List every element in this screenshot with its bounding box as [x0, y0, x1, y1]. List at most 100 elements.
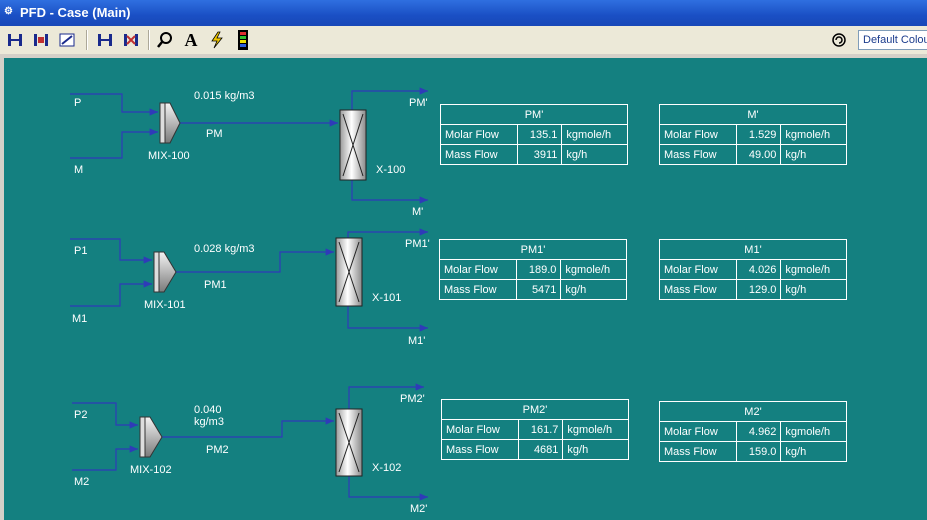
unit-label-x-102[interactable]: X-102 [372, 462, 401, 474]
stream-label-PM1p[interactable]: PM1' [405, 238, 430, 250]
splitter-x-100-icon [339, 109, 367, 181]
stream-label-M[interactable]: M [74, 164, 83, 176]
table-row: Molar Flow 189.0 kgmole/h [439, 259, 627, 280]
row-value: 3911 [516, 144, 563, 165]
unit-label-mix-101[interactable]: MIX-101 [144, 299, 186, 311]
row-value: 1.529 [735, 124, 782, 145]
table-row: Molar Flow 4.962 kgmole/h [659, 421, 847, 442]
row-label: Mass Flow [440, 144, 518, 165]
row-label: Mass Flow [659, 144, 737, 165]
row-unit: kg/h [562, 439, 629, 460]
row-label: Mass Flow [439, 279, 517, 300]
row-unit: kg/h [561, 144, 628, 165]
mixer-mix-101-icon [153, 251, 177, 293]
annotation-density-3-value: 0.040 [194, 404, 222, 416]
row-unit: kgmole/h [780, 421, 847, 442]
row-unit: kgmole/h [562, 419, 629, 440]
stream-M2-line [72, 445, 138, 471]
stream-P-line [70, 93, 158, 116]
workbook-table[interactable]: M1' Molar Flow 4.026 kgmole/h Mass Flow 129… [659, 239, 847, 300]
row-label: Mass Flow [659, 279, 737, 300]
workbook-table[interactable]: PM2' Molar Flow 161.7 kgmole/h Mass Flow 46… [441, 399, 629, 460]
table-row: Mass Flow 49.00 kg/h [659, 144, 847, 165]
stream-PM2-line [162, 417, 334, 438]
unit-label-mix-100[interactable]: MIX-100 [148, 150, 190, 162]
table-row: Mass Flow 129.0 kg/h [659, 279, 847, 300]
table-row: Mass Flow 4681 kg/h [441, 439, 629, 460]
stream-label-P1[interactable]: P1 [74, 245, 87, 257]
mixer-mix-100-icon [159, 102, 181, 144]
unit-label-x-100[interactable]: X-100 [376, 164, 405, 176]
workbook-title: PM2' [441, 399, 629, 420]
splitter-x-102-icon [335, 408, 363, 477]
stream-M1-line [70, 280, 152, 307]
table-row: Mass Flow 3911 kg/h [440, 144, 628, 165]
workbook-title: PM1' [439, 239, 627, 260]
row-unit: kgmole/h [561, 124, 628, 145]
table-row: Molar Flow 161.7 kgmole/h [441, 419, 629, 440]
row-value: 161.7 [517, 419, 564, 440]
stream-label-PM2p[interactable]: PM2' [400, 393, 425, 405]
row-label: Molar Flow [659, 421, 737, 442]
stream-label-Mp[interactable]: M' [412, 206, 423, 218]
row-unit: kg/h [560, 279, 627, 300]
table-row: Molar Flow 135.1 kgmole/h [440, 124, 628, 145]
stream-label-PMp[interactable]: PM' [409, 97, 428, 109]
stream-label-M1p[interactable]: M1' [408, 335, 425, 347]
stream-M1p-line [347, 306, 428, 332]
row-label: Mass Flow [441, 439, 519, 460]
annotation-density-3-unit: kg/m3 [194, 416, 224, 428]
table-row: Mass Flow 159.0 kg/h [659, 441, 847, 462]
stream-M-line [70, 128, 158, 159]
stream-label-M1[interactable]: M1 [72, 313, 87, 325]
stream-label-P2[interactable]: P2 [74, 409, 87, 421]
table-row: Molar Flow 1.529 kgmole/h [659, 124, 847, 145]
row-unit: kgmole/h [780, 124, 847, 145]
row-value: 4681 [517, 439, 564, 460]
workbook-title: PM' [440, 104, 628, 125]
row-value: 135.1 [516, 124, 563, 145]
annotation-density-2: 0.028 kg/m3 [194, 243, 255, 255]
row-value: 159.0 [735, 441, 782, 462]
annotation-density-1: 0.015 kg/m3 [194, 90, 255, 102]
row-value: 4.026 [735, 259, 782, 280]
stream-label-M2[interactable]: M2 [74, 476, 89, 488]
row-label: Molar Flow [659, 259, 737, 280]
stream-label-P[interactable]: P [74, 97, 81, 109]
row-value: 4.962 [735, 421, 782, 442]
row-unit: kg/h [780, 144, 847, 165]
row-unit: kgmole/h [560, 259, 627, 280]
stream-label-PM2[interactable]: PM2 [206, 444, 229, 456]
workbook-table[interactable]: M' Molar Flow 1.529 kgmole/h Mass Flow 49.0… [659, 104, 847, 165]
workbook-title: M1' [659, 239, 847, 260]
stream-label-M2p[interactable]: M2' [410, 503, 427, 515]
stream-M2p-line [348, 476, 428, 501]
row-label: Molar Flow [659, 124, 737, 145]
stream-label-PM[interactable]: PM [206, 128, 223, 140]
workbook-title: M2' [659, 401, 847, 422]
row-label: Molar Flow [440, 124, 518, 145]
row-unit: kgmole/h [780, 259, 847, 280]
row-label: Molar Flow [441, 419, 519, 440]
stream-PM1-line [176, 248, 334, 273]
unit-label-mix-102[interactable]: MIX-102 [130, 464, 172, 476]
workbook-title: M' [659, 104, 847, 125]
mixer-mix-102-icon [139, 416, 163, 458]
workbook-table[interactable]: PM' Molar Flow 135.1 kgmole/h Mass Flow 391… [440, 104, 628, 165]
row-value: 49.00 [735, 144, 782, 165]
table-row: Mass Flow 5471 kg/h [439, 279, 627, 300]
table-row: Molar Flow 4.026 kgmole/h [659, 259, 847, 280]
row-value: 189.0 [515, 259, 562, 280]
row-unit: kg/h [780, 279, 847, 300]
row-value: 129.0 [735, 279, 782, 300]
row-unit: kg/h [780, 441, 847, 462]
row-value: 5471 [515, 279, 562, 300]
unit-label-x-101[interactable]: X-101 [372, 292, 401, 304]
workbook-table[interactable]: M2' Molar Flow 4.962 kgmole/h Mass Flow 159… [659, 401, 847, 462]
stream-label-PM1[interactable]: PM1 [204, 279, 227, 291]
stream-Mp-line [351, 180, 428, 204]
workbook-table[interactable]: PM1' Molar Flow 189.0 kgmole/h Mass Flow 54… [439, 239, 627, 300]
row-label: Molar Flow [439, 259, 517, 280]
row-label: Mass Flow [659, 441, 737, 462]
splitter-x-101-icon [335, 237, 363, 307]
